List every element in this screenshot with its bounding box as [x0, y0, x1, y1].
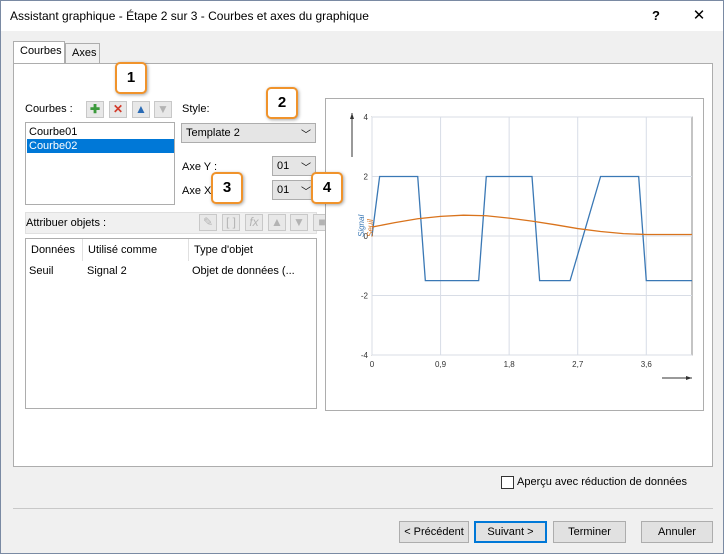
objects-table: Données Utilisé comme Type d'objet Seuil…	[25, 238, 317, 409]
y-axis-arrowhead	[350, 113, 354, 119]
column-header[interactable]: Utilisé comme	[83, 239, 189, 261]
column-header[interactable]: Type d'objet	[189, 239, 316, 261]
y-tick-label: -2	[361, 292, 369, 301]
courbes-label: Courbes :	[25, 103, 73, 115]
x-tick-label: 2,7	[572, 360, 584, 369]
table-cell: Objet de données (...	[192, 265, 295, 277]
tab-panel: Courbes : ✚ ✕ ▲ ▼ Courbe01 Courbe02 Styl…	[13, 63, 713, 467]
help-button[interactable]: ?	[646, 6, 666, 26]
axe-y-value: 01	[277, 160, 290, 172]
next-button[interactable]: Suivant >	[474, 521, 547, 543]
chevron-down-icon: ﹀	[301, 130, 311, 141]
tab-axes[interactable]: Axes	[65, 43, 100, 63]
y-tick-label: 4	[364, 113, 369, 122]
move-down-icon[interactable]: ▼	[154, 101, 172, 118]
function-icon[interactable]: fx	[245, 214, 263, 231]
table-cell: Signal 2	[87, 265, 127, 277]
chart-svg: 420-2-40 0,9 1,8 2,7 3,6Signal Seuil	[350, 113, 693, 380]
table-row[interactable]: Seuil Signal 2 Objet de données (...	[26, 263, 316, 279]
curves-list[interactable]: Courbe01 Courbe02	[25, 122, 175, 205]
add-curve-icon[interactable]: ✚	[86, 101, 104, 118]
callout-badge: 2	[266, 87, 298, 119]
chevron-down-icon: ﹀	[301, 187, 311, 198]
finish-button[interactable]: Terminer	[553, 521, 626, 543]
callout-badge: 1	[115, 62, 147, 94]
x-tick-label: 1,8	[504, 360, 516, 369]
y-tick-label: -4	[361, 351, 369, 360]
apercu-label: Aperçu avec réduction de données	[517, 476, 688, 488]
y-tick-label: 2	[364, 173, 369, 182]
apercu-checkbox[interactable]	[501, 476, 514, 489]
axe-y-select[interactable]: 01 ﹀	[272, 156, 316, 176]
x-tick-label: 0	[370, 360, 375, 369]
move-up-icon[interactable]: ▲	[268, 214, 286, 231]
chart-preview: 4 2 0 -2 -4 0 0,9 1,8 2,7 3,6 Signal Seuil	[325, 98, 704, 411]
y-axis-label: Signal	[357, 215, 366, 237]
previous-button[interactable]: < Précédent	[399, 521, 469, 543]
move-down-icon[interactable]: ▼	[290, 214, 308, 231]
axe-x-value: 01	[277, 184, 290, 196]
link-icon[interactable]: ✎	[199, 214, 217, 231]
list-item[interactable]: Courbe01	[27, 125, 174, 139]
column-header[interactable]: Données	[26, 239, 83, 261]
x-tick-label: 0,9	[435, 360, 447, 369]
table-cell: Seuil	[29, 265, 54, 277]
x-axis-arrowhead	[686, 376, 692, 380]
axe-x-select[interactable]: 01 ﹀	[272, 180, 316, 200]
attribuer-toolbar: Attribuer objets : ✎ [ ] fx ▲ ▼ ■	[25, 212, 331, 234]
list-item[interactable]: Courbe02	[27, 139, 174, 153]
delete-curve-icon[interactable]: ✕	[109, 101, 127, 118]
style-label: Style:	[182, 103, 210, 115]
axe-y-label: Axe Y :	[182, 161, 218, 173]
bracket-icon[interactable]: [ ]	[222, 214, 240, 231]
callout-badge: 4	[311, 172, 343, 204]
move-up-icon[interactable]: ▲	[132, 101, 150, 118]
dialog-window: Assistant graphique - Étape 2 sur 3 - Co…	[0, 0, 724, 554]
divider	[13, 508, 713, 509]
tab-courbes[interactable]: Courbes	[13, 41, 65, 63]
chevron-down-icon: ﹀	[301, 163, 311, 174]
style-value: Template 2	[186, 127, 240, 139]
y-axis-label: Seuil	[366, 219, 375, 237]
callout-badge: 3	[211, 172, 243, 204]
attribuer-label: Attribuer objets :	[26, 217, 107, 229]
x-tick-label: 3,6	[641, 360, 653, 369]
cancel-button[interactable]: Annuler	[641, 521, 713, 543]
title-bar: Assistant graphique - Étape 2 sur 3 - Co…	[1, 1, 723, 31]
close-button[interactable]: ✕	[689, 6, 709, 26]
window-title: Assistant graphique - Étape 2 sur 3 - Co…	[10, 9, 369, 23]
style-select[interactable]: Template 2 ﹀	[181, 123, 316, 143]
